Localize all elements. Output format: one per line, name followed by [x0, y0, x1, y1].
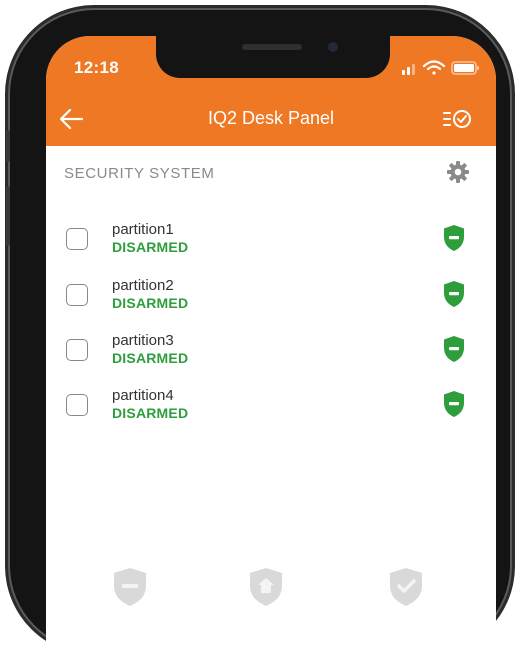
battery-icon [451, 61, 479, 75]
partition-checkbox[interactable] [66, 228, 88, 250]
partition-checkbox[interactable] [66, 339, 88, 361]
partition-name: partition2 [112, 277, 174, 294]
arm-stay-shield-icon[interactable] [246, 566, 286, 606]
partition-checkbox[interactable] [66, 394, 88, 416]
partition-name: partition3 [112, 332, 174, 349]
side-button-volume [6, 186, 10, 246]
status-time: 12:18 [74, 58, 119, 77]
front-camera [328, 42, 338, 52]
disarm-shield-icon[interactable] [110, 566, 150, 606]
section-title: SECURITY SYSTEM [64, 165, 215, 182]
partition-row-4[interactable]: partition4 DISARMED [46, 384, 496, 432]
wifi-icon [422, 60, 446, 75]
side-button-silent [6, 130, 10, 162]
partition-name: partition1 [112, 221, 174, 238]
partition-status: DISARMED [112, 405, 189, 421]
partition-checkbox[interactable] [66, 284, 88, 306]
partition-row-2[interactable]: partition2 DISARMED [46, 274, 496, 322]
partition-row-3[interactable]: partition3 DISARMED [46, 329, 496, 377]
partition-status: DISARMED [112, 350, 189, 366]
partition-name: partition4 [112, 387, 174, 404]
disarmed-shield-icon [444, 336, 464, 362]
arm-away-shield-icon[interactable] [386, 566, 426, 606]
disarmed-shield-icon [444, 225, 464, 251]
app-header: 12:18 IQ2 Desk Panel [46, 36, 496, 146]
phone-notch [156, 36, 390, 78]
signal-icon [402, 64, 415, 75]
partition-status: DISARMED [112, 295, 189, 311]
page-title: IQ2 Desk Panel [207, 108, 335, 128]
status-icons [402, 60, 479, 75]
earpiece-speaker [242, 44, 302, 50]
partition-status: DISARMED [112, 239, 189, 255]
app-screen: 12:18 IQ2 Desk Panel SECURITY SYSTEM par… [46, 36, 496, 656]
gear-icon[interactable] [446, 160, 470, 184]
disarmed-shield-icon [444, 391, 464, 417]
list-check-icon[interactable] [440, 106, 474, 132]
partition-row-1[interactable]: partition1 DISARMED [46, 218, 496, 266]
disarmed-shield-icon [444, 281, 464, 307]
